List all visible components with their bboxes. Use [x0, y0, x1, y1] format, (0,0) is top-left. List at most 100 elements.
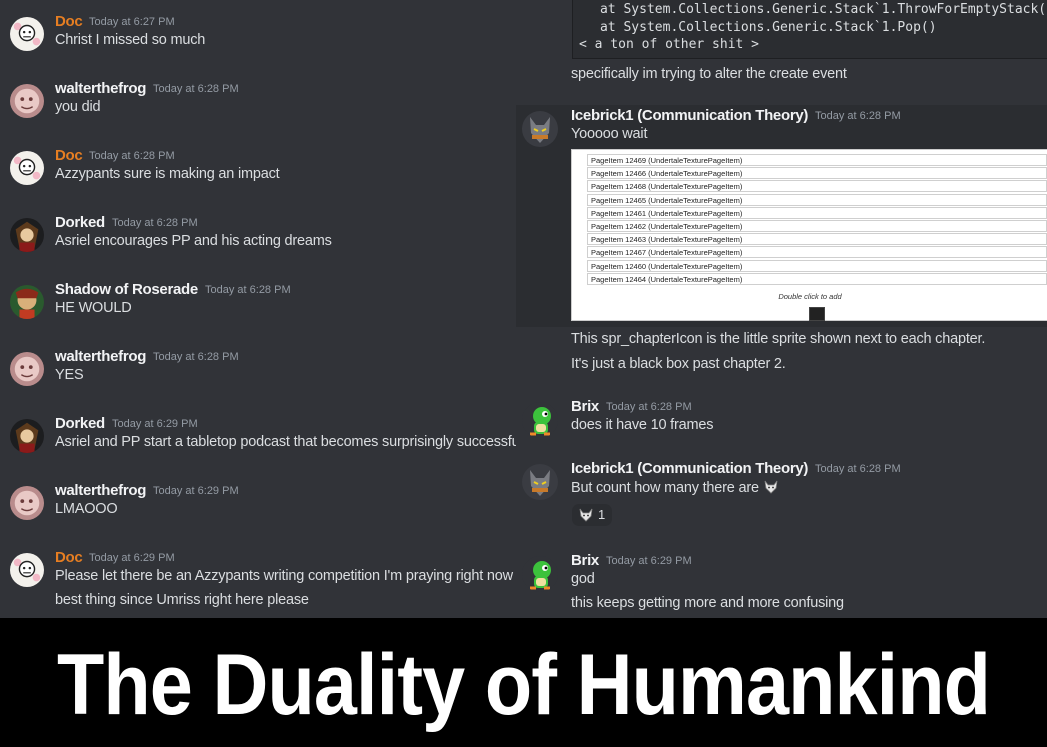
username[interactable]: Shadow of Roserade: [55, 281, 198, 298]
icebrick-avatar-icon: [522, 111, 558, 147]
message: walterthefrog Today at 6:28 PM YES: [0, 348, 516, 412]
message-text: Yooooo wait: [571, 126, 648, 142]
list-item[interactable]: PageItem 12465 (UndertaleTexturePageItem…: [587, 193, 1047, 206]
avatar[interactable]: [10, 419, 44, 453]
doc-avatar-icon: [10, 151, 44, 185]
message: walterthefrog Today at 6:29 PM LMAOOO: [0, 482, 516, 546]
message: Brix Today at 6:28 PM does it have 10 fram…: [516, 398, 1047, 462]
timestamp: Today at 6:27 PM: [89, 16, 175, 28]
meme-caption-bar: The Duality of Humankind: [0, 618, 1047, 747]
message-text: But count how many there are: [571, 479, 779, 496]
meme-caption: The Duality of Humankind: [56, 637, 991, 733]
avatar[interactable]: [522, 464, 558, 500]
code-line: at System.Collections.Generic.Stack`1.Th…: [600, 2, 1047, 17]
list-item[interactable]: PageItem 12463 (UndertaleTexturePageItem…: [587, 233, 1047, 246]
dorked-avatar-icon: [10, 419, 44, 453]
avatar[interactable]: [10, 486, 44, 520]
username[interactable]: Brix: [571, 552, 599, 569]
username[interactable]: Icebrick1 (Communication Theory): [571, 460, 808, 477]
list-item[interactable]: PageItem 12462 (UndertaleTexturePageItem…: [587, 220, 1047, 232]
code-line: at System.Collections.Generic.Stack`1.Po…: [600, 20, 937, 35]
dorked-avatar-icon: [10, 218, 44, 252]
username[interactable]: Doc: [55, 147, 83, 164]
avatar[interactable]: [10, 285, 44, 319]
timestamp: Today at 6:28 PM: [89, 150, 175, 162]
timestamp: Today at 6:29 PM: [153, 485, 239, 497]
message: Brix Today at 6:29 PM god this keeps gettin…: [516, 552, 1047, 616]
message-text: YES: [55, 367, 84, 383]
username[interactable]: Icebrick1 (Communication Theory): [571, 107, 808, 124]
walter-avatar-icon: [10, 352, 44, 386]
message: Icebrick1 (Communication Theory) Today at…: [516, 107, 1047, 171]
avatar[interactable]: [522, 111, 558, 147]
username[interactable]: walterthefrog: [55, 348, 146, 365]
message-text: Azzypants sure is making an impact: [55, 166, 280, 182]
message-text: specifically im trying to alter the crea…: [571, 66, 847, 82]
message: Doc Today at 6:29 PM Please let there be a…: [0, 549, 516, 613]
texture-list-window: Double click to add PageItem 12469 (Unde…: [571, 149, 1047, 321]
left-chat-panel: Doc Today at 6:27 PM Christ I missed so mu…: [0, 0, 516, 618]
message: Icebrick1 (Communication Theory) Today at…: [516, 460, 1047, 524]
timestamp: Today at 6:28 PM: [153, 83, 239, 95]
avatar[interactable]: [10, 17, 44, 51]
message: Dorked Today at 6:29 PM Asriel and PP star…: [0, 415, 516, 479]
timestamp: Today at 6:28 PM: [606, 401, 692, 413]
timestamp: Today at 6:28 PM: [205, 284, 291, 296]
message-text: Asriel encourages PP and his acting drea…: [55, 233, 332, 249]
timestamp: Today at 6:29 PM: [112, 418, 198, 430]
avatar[interactable]: [10, 553, 44, 587]
doc-avatar-icon: [10, 17, 44, 51]
username[interactable]: Dorked: [55, 214, 105, 231]
wolf-emoji-icon: [764, 480, 778, 494]
username[interactable]: Doc: [55, 549, 83, 566]
code-block: at System.Collections.Generic.Stack`1.Th…: [572, 0, 1047, 59]
brix-avatar-icon: [522, 556, 558, 592]
username[interactable]: Dorked: [55, 415, 105, 432]
username[interactable]: walterthefrog: [55, 482, 146, 499]
username[interactable]: Doc: [55, 13, 83, 30]
username[interactable]: Brix: [571, 398, 599, 415]
message-text: HE WOULD: [55, 300, 132, 316]
right-chat-panel: at System.Collections.Generic.Stack`1.Th…: [516, 0, 1047, 618]
timestamp: Today at 6:28 PM: [815, 110, 901, 122]
walter-avatar-icon: [10, 486, 44, 520]
list-item[interactable]: PageItem 12461 (UndertaleTexturePageItem…: [587, 206, 1047, 219]
message: Doc Today at 6:28 PM Azzypants sure is mak…: [0, 147, 516, 211]
avatar[interactable]: [10, 218, 44, 252]
shadow-avatar-icon: [10, 285, 44, 319]
list-item[interactable]: PageItem 12467 (UndertaleTexturePageItem…: [587, 246, 1047, 259]
black-box-sprite-icon: [809, 307, 825, 321]
message: walterthefrog Today at 6:28 PM you did: [0, 80, 516, 144]
double-click-hint: Double click to add: [778, 292, 842, 301]
message-text: It's just a black box past chapter 2.: [571, 356, 786, 372]
avatar[interactable]: [522, 556, 558, 592]
message: Doc Today at 6:27 PM Christ I missed so mu…: [0, 13, 516, 77]
avatar[interactable]: [10, 84, 44, 118]
icebrick-avatar-icon: [522, 464, 558, 500]
message-text: this keeps getting more and more confusi…: [571, 595, 844, 611]
avatar[interactable]: [10, 151, 44, 185]
timestamp: Today at 6:28 PM: [153, 351, 239, 363]
doc-avatar-icon: [10, 553, 44, 587]
timestamp: Today at 6:29 PM: [89, 552, 175, 564]
message-text: Please let there be an Azzypants writing…: [55, 568, 516, 584]
message-text: god: [571, 571, 595, 587]
message-text: you did: [55, 99, 101, 115]
message-text: Christ I missed so much: [55, 32, 206, 48]
list-item[interactable]: PageItem 12460 (UndertaleTexturePageItem…: [587, 259, 1047, 272]
message-text: Asriel and PP start a tabletop podcast t…: [55, 434, 516, 450]
avatar[interactable]: [522, 402, 558, 438]
avatar[interactable]: [10, 352, 44, 386]
timestamp: Today at 6:28 PM: [112, 217, 198, 229]
message-text: LMAOOO: [55, 501, 118, 517]
message-text: This spr_chapterIcon is the little sprit…: [571, 331, 986, 347]
message: Dorked Today at 6:28 PM Asriel encourages …: [0, 214, 516, 278]
list-item[interactable]: PageItem 12468 (UndertaleTexturePageItem…: [587, 180, 1047, 193]
message: Shadow of Roserade Today at 6:28 PM HE WOU…: [0, 281, 516, 345]
message-text: does it have 10 frames: [571, 417, 714, 433]
username[interactable]: walterthefrog: [55, 80, 146, 97]
code-line: < a ton of other shit >: [579, 37, 760, 52]
message-text: best thing since Umriss right here pleas…: [55, 592, 309, 608]
walter-avatar-icon: [10, 84, 44, 118]
list-item[interactable]: PageItem 12464 (UndertaleTexturePageItem…: [587, 272, 1047, 285]
